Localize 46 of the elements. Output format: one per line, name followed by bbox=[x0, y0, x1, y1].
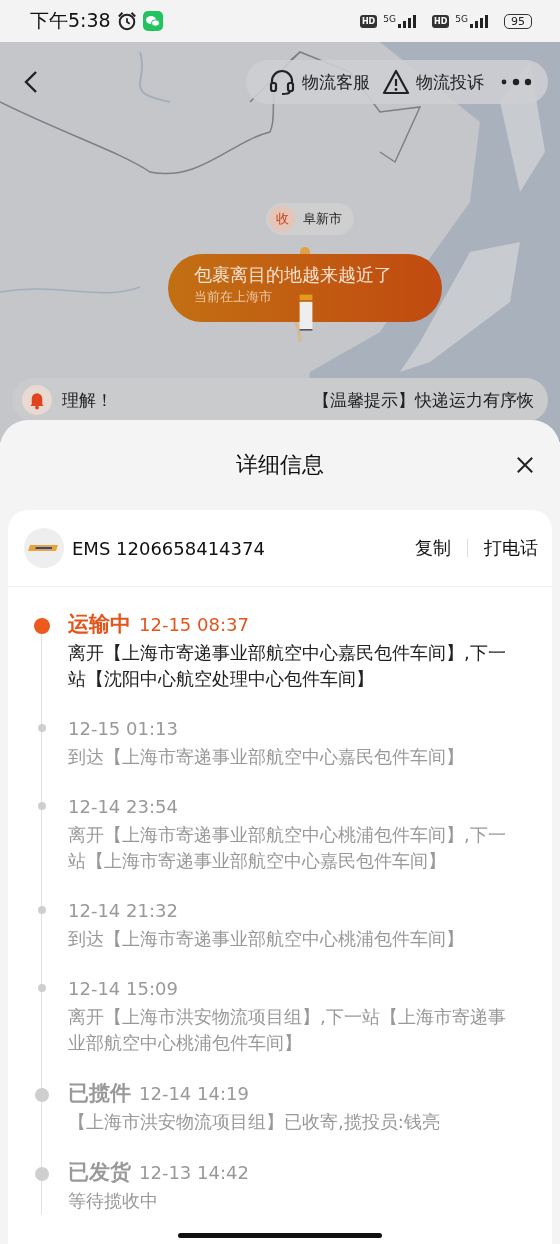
event-time: 12-15 08:37 bbox=[139, 613, 249, 637]
more-icon[interactable] bbox=[500, 77, 532, 87]
event-text: 离开【上海市寄递事业部航空中心嘉民包件车间】,下一站【沈阳中心航空处理中心包件车间】 bbox=[68, 641, 507, 691]
bell-icon bbox=[22, 385, 52, 415]
city-label: 阜新市 bbox=[303, 210, 342, 228]
battery-indicator: 95 bbox=[504, 13, 532, 29]
network-label: 5G bbox=[383, 14, 396, 24]
action-link[interactable]: 物流客服 bbox=[302, 70, 370, 94]
event-time: 12-13 14:42 bbox=[139, 1161, 249, 1185]
event-time: 12-15 01:13 bbox=[68, 717, 178, 741]
event-time: 12-14 15:09 bbox=[68, 977, 178, 1001]
hd-badge: HD bbox=[431, 14, 450, 28]
bubble-title: 包裹离目的地越来越近了 bbox=[194, 263, 393, 287]
event-text: 到达【上海市寄递事业部航空中心嘉民包件车间】 bbox=[68, 745, 465, 769]
event-status: 已揽件 bbox=[68, 1080, 131, 1107]
sheet-title: 详细信息 bbox=[236, 451, 324, 479]
truck-icon bbox=[298, 294, 314, 332]
event-status: 已发货 bbox=[68, 1159, 131, 1186]
event-status: 运输中 bbox=[68, 611, 131, 638]
tracking-number: EMS 1206658414374 bbox=[72, 537, 265, 559]
carrier-action-link[interactable]: 打电话 bbox=[484, 536, 538, 560]
event-text: 离开【上海市寄递事业部航空中心桃浦包件车间】,下一站【上海市寄递事业部航空中心嘉民包件车间】 bbox=[68, 823, 507, 873]
notice-bar[interactable]: 理解！ 【温馨提示】快递运力有序恢 bbox=[12, 378, 548, 422]
carrier-action-link[interactable]: 复制 bbox=[415, 536, 451, 560]
event-time: 12-14 21:32 bbox=[68, 899, 178, 923]
network-label: 5G bbox=[455, 14, 468, 24]
close-icon[interactable] bbox=[516, 456, 534, 474]
chat-app-icon bbox=[142, 11, 163, 31]
notice-text: 【温馨提示】快递运力有序恢 bbox=[313, 388, 534, 412]
notice-text: 理解！ bbox=[62, 388, 113, 412]
action-link[interactable]: 物流投诉 bbox=[416, 70, 484, 94]
event-time: 12-14 23:54 bbox=[68, 795, 178, 819]
event-text: 到达【上海市寄递事业部航空中心桃浦包件车间】 bbox=[68, 927, 465, 951]
carrier-logo-icon bbox=[24, 528, 64, 568]
event-text: 离开【上海市洪安物流项目组】,下一站【上海市寄递事业部航空中心桃浦包件车间】 bbox=[68, 1005, 507, 1055]
hd-badge: HD bbox=[359, 14, 378, 28]
status-time: 下午5:38 bbox=[30, 8, 111, 33]
event-text: 等待揽收中 bbox=[68, 1189, 159, 1213]
bubble-subtitle: 当前在上海市 bbox=[194, 288, 273, 306]
back-icon[interactable] bbox=[24, 70, 38, 94]
receive-badge: 收 bbox=[269, 206, 295, 232]
event-time: 12-14 14:19 bbox=[139, 1082, 249, 1106]
headset-icon[interactable] bbox=[268, 68, 296, 96]
warning-icon[interactable] bbox=[382, 68, 410, 96]
event-text: 【上海市洪安物流项目组】已收寄,揽投员:钱亮 bbox=[68, 1110, 441, 1134]
alarm-clock-icon bbox=[116, 11, 137, 31]
